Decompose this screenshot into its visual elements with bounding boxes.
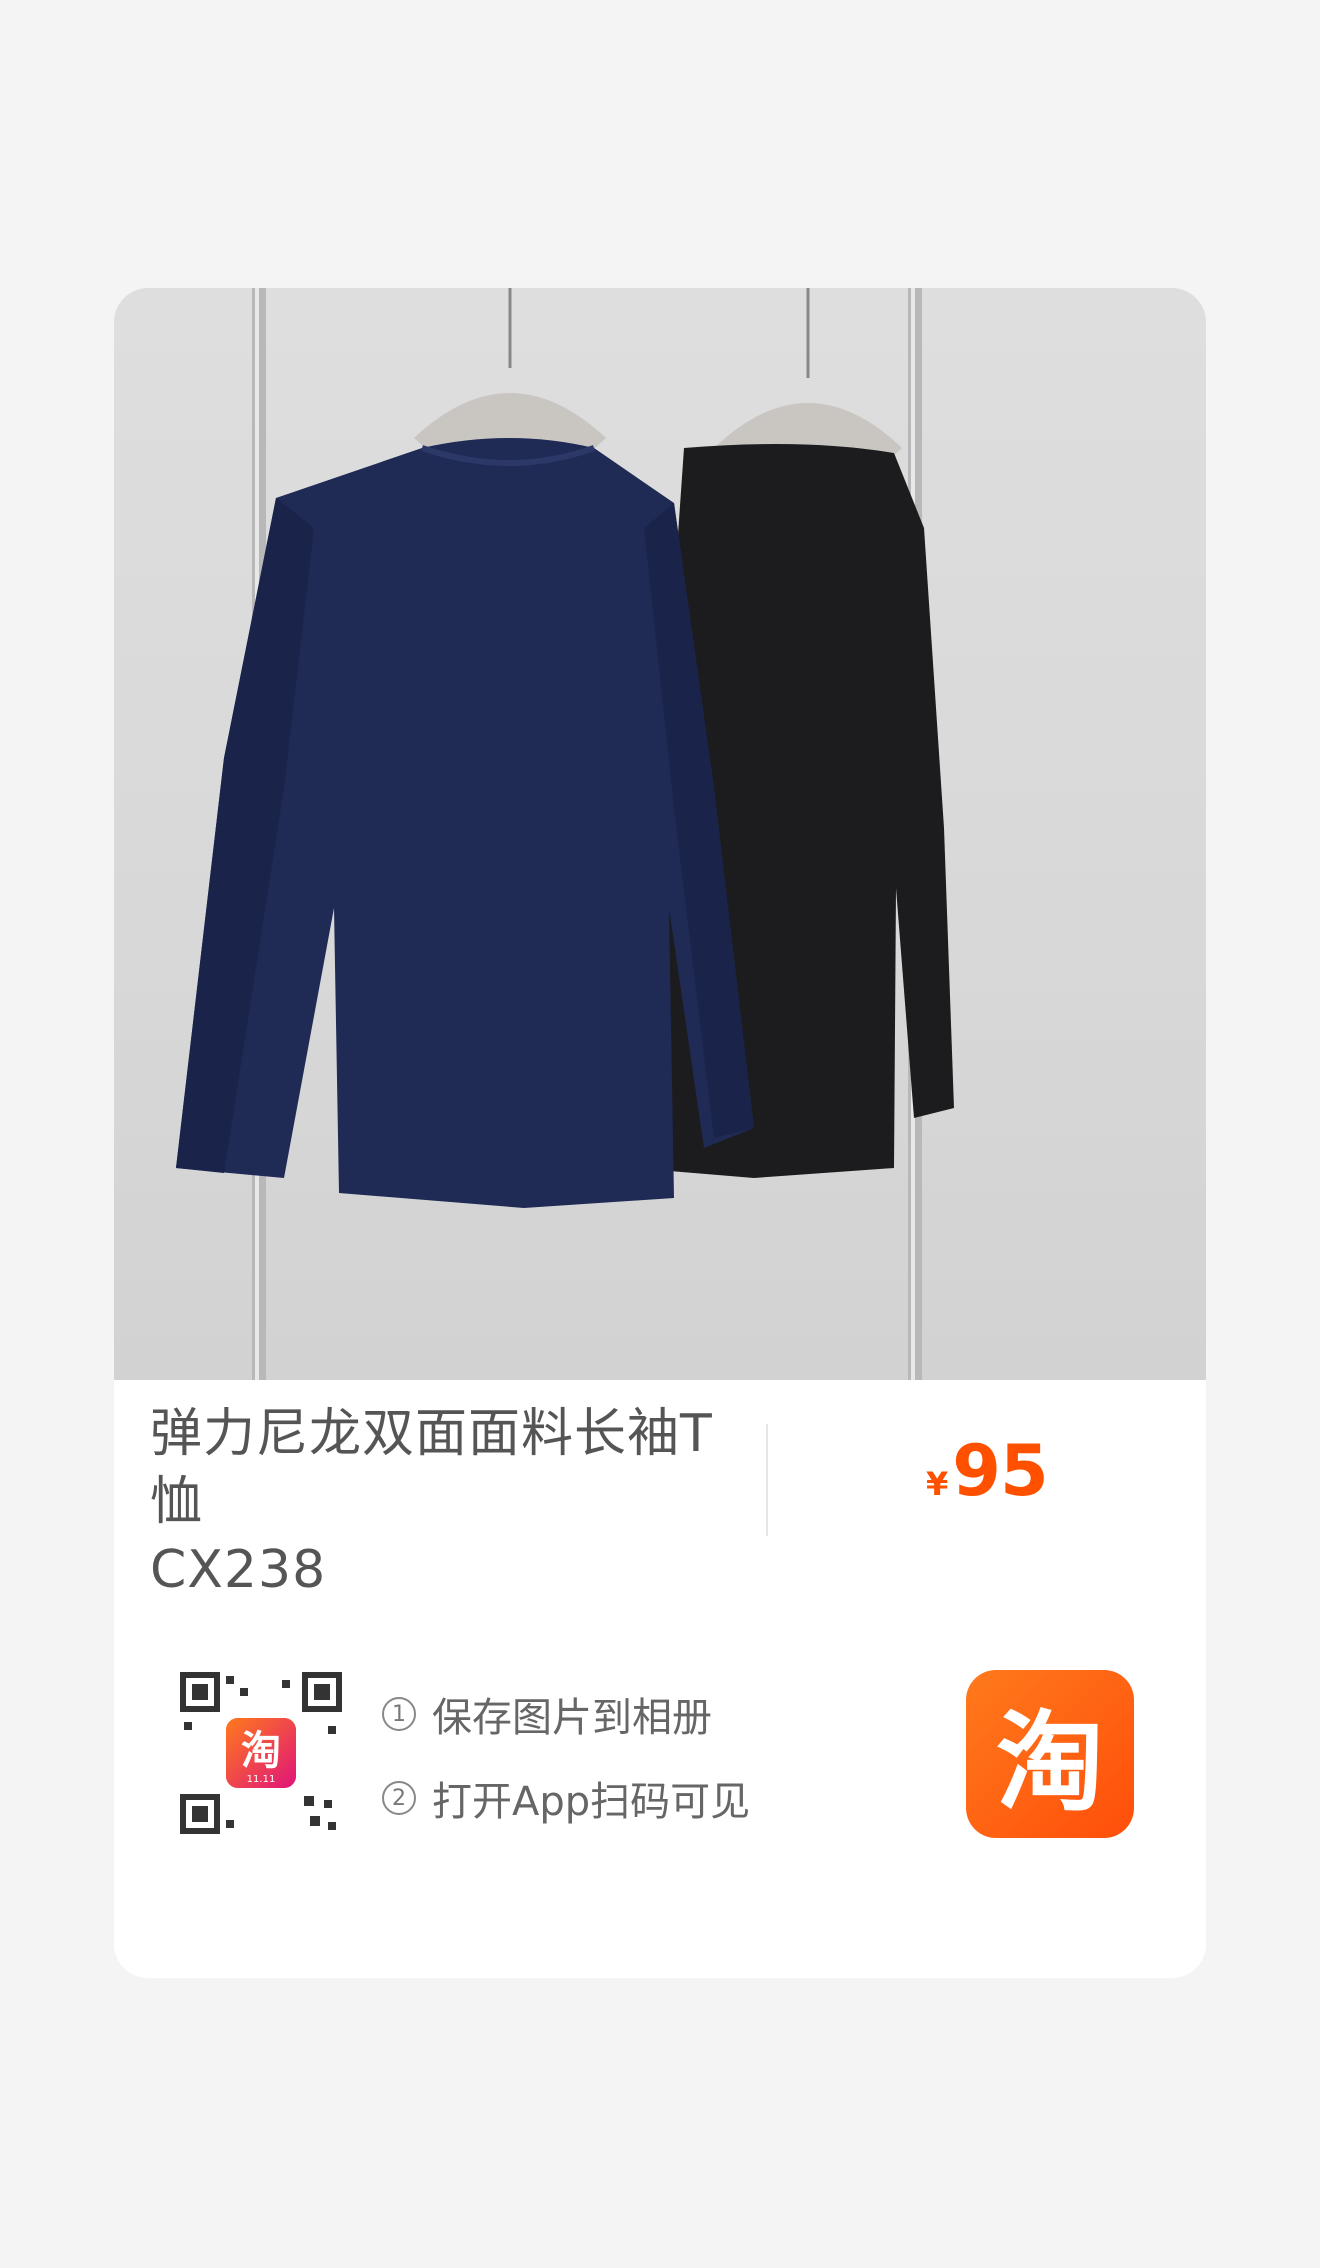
step-number-2: 2 [382,1781,416,1815]
share-card: 弹力尼龙双面面料长袖T恤 CX238 ¥ 95 淘 11.11 1 保存图片到相… [114,288,1206,1978]
product-code: CX238 [150,1540,327,1600]
product-title-line1: 弹力尼龙双面面料长袖T恤 [150,1404,713,1532]
step-text-2: 打开App扫码可见 [432,1779,751,1825]
product-photo-illustration [176,288,954,1380]
step-text-1: 保存图片到相册 [432,1695,712,1741]
product-info: 弹力尼龙双面面料长袖T恤 CX238 ¥ 95 淘 11.11 1 保存图片到相… [114,1380,1206,1978]
price-amount: 95 [952,1430,1048,1512]
taobao-logo-text: 淘 [995,1701,1104,1826]
price: ¥ 95 [926,1430,1049,1512]
product-image[interactable] [114,288,1206,1380]
scan-steps: 1 保存图片到相册 2 打开App扫码可见 [382,1688,750,1856]
qr-badge-text: 淘 [241,1728,281,1774]
step-number-1: 1 [382,1697,416,1731]
divider [766,1424,768,1536]
taobao-app-icon[interactable]: 淘 [966,1670,1134,1838]
step-save-image: 1 保存图片到相册 [382,1688,750,1741]
step-open-app: 2 打开App扫码可见 [382,1772,751,1825]
price-currency: ¥ [926,1465,949,1503]
qr-code-graphic: 淘 11.11 [178,1670,344,1836]
qr-badge-sub: 11.11 [247,1774,276,1785]
qr-code-icon[interactable]: 淘 11.11 [178,1670,344,1836]
product-title[interactable]: 弹力尼龙双面面料长袖T恤 CX238 [150,1400,730,1604]
